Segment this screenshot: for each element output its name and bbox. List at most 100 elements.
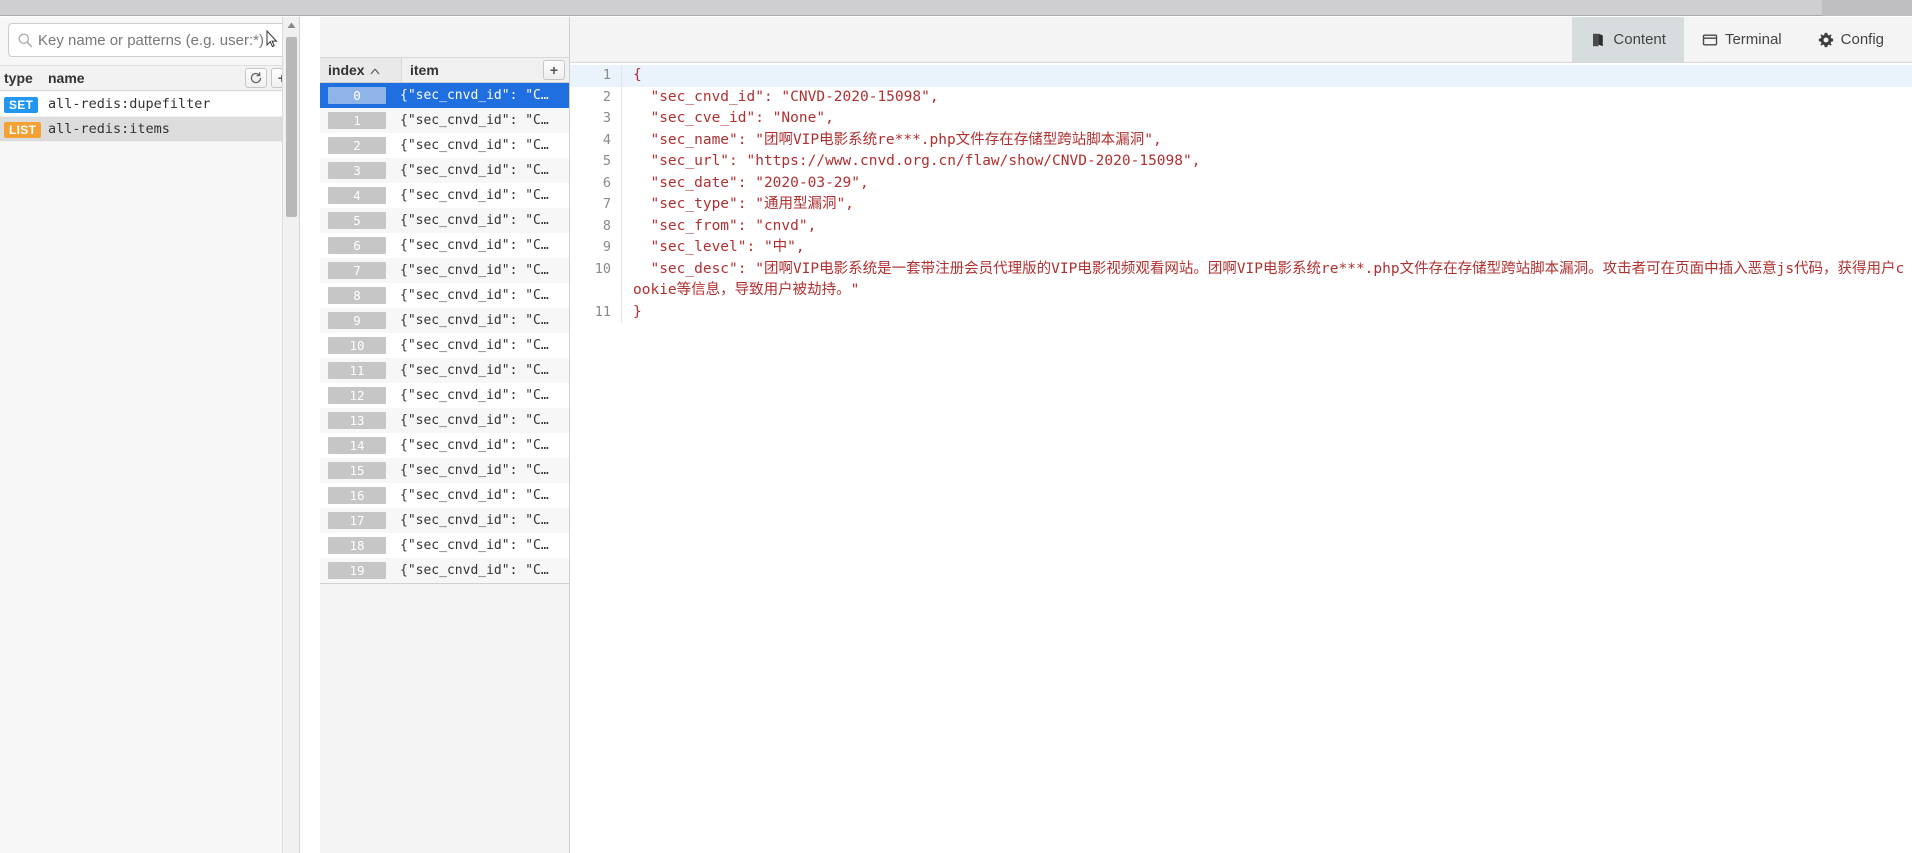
editor-line-code: "sec_date": "2020-03-29",	[633, 174, 869, 191]
editor-line: 6 "sec_date": "2020-03-29",	[570, 172, 1912, 194]
key-type-cell: SET	[0, 96, 48, 113]
key-row[interactable]: SET all-redis:dupefilter	[0, 92, 282, 117]
editor-line: 4 "sec_name": "团啊VIP电影系统re***.php文件存在存储型…	[570, 129, 1912, 151]
editor-line-number: 4	[570, 129, 622, 151]
item-row[interactable]: 4 {"sec_cnvd_id": "C…	[320, 183, 569, 208]
tab-bar: Content Terminal Config	[570, 17, 1912, 63]
items-header-item-label: item	[410, 62, 439, 78]
sort-ascending-icon	[370, 62, 380, 78]
item-index-badge: 14	[328, 437, 386, 454]
item-row[interactable]: 10 {"sec_cnvd_id": "C…	[320, 333, 569, 358]
tab-terminal[interactable]: Terminal	[1684, 17, 1800, 62]
item-row[interactable]: 16 {"sec_cnvd_id": "C…	[320, 483, 569, 508]
item-preview-text: {"sec_cnvd_id": "C…	[400, 363, 549, 378]
editor-line-number: 7	[570, 194, 622, 216]
search-input[interactable]	[38, 31, 282, 49]
key-search-container	[8, 23, 291, 57]
item-row[interactable]: 8 {"sec_cnvd_id": "C…	[320, 283, 569, 308]
tab-content[interactable]: Content	[1572, 17, 1684, 62]
items-header-index-label: index	[328, 62, 365, 78]
key-name-label: all-redis:dupefilter	[48, 96, 211, 112]
tab-terminal-label: Terminal	[1724, 31, 1782, 48]
editor-line-code: "sec_level": "中",	[633, 239, 805, 255]
item-index-badge: 4	[328, 187, 386, 204]
refresh-keys-button[interactable]	[245, 68, 267, 88]
item-row[interactable]: 19 {"sec_cnvd_id": "C…	[320, 558, 569, 583]
item-index-badge: 0	[328, 87, 386, 104]
add-item-button[interactable]: +	[543, 60, 565, 80]
item-row[interactable]: 13 {"sec_cnvd_id": "C…	[320, 408, 569, 433]
item-row[interactable]: 2 {"sec_cnvd_id": "C…	[320, 133, 569, 158]
item-preview-text: {"sec_cnvd_id": "C…	[400, 238, 549, 253]
item-row[interactable]: 6 {"sec_cnvd_id": "C…	[320, 233, 569, 258]
tab-config[interactable]: Config	[1800, 17, 1902, 62]
key-name-label: all-redis:items	[48, 121, 170, 137]
item-index-badge: 2	[328, 137, 386, 154]
item-preview-text: {"sec_cnvd_id": "C…	[400, 563, 549, 578]
item-row[interactable]: 18 {"sec_cnvd_id": "C…	[320, 533, 569, 558]
item-row[interactable]: 3 {"sec_cnvd_id": "C…	[320, 158, 569, 183]
item-index-badge: 17	[328, 512, 386, 529]
item-preview-text: {"sec_cnvd_id": "C…	[400, 288, 549, 303]
key-type-badge: LIST	[4, 121, 42, 138]
item-index-badge: 10	[328, 337, 386, 354]
scrollbar-thumb[interactable]	[286, 37, 297, 217]
keys-header-type: type	[4, 70, 33, 86]
window-title-bar	[0, 0, 1912, 16]
item-preview-text: {"sec_cnvd_id": "C…	[400, 388, 549, 403]
editor-line-code: "sec_type": "通用型漏洞",	[633, 196, 854, 212]
item-preview-text: {"sec_cnvd_id": "C…	[400, 163, 549, 178]
item-preview-text: {"sec_cnvd_id": "C…	[400, 513, 549, 528]
redis-client-window: type name + SET all-redis:dupefilter LIST a…	[0, 0, 1912, 853]
keys-panel-scrollbar[interactable]	[282, 17, 299, 853]
item-row[interactable]: 14 {"sec_cnvd_id": "C…	[320, 433, 569, 458]
item-preview-text: {"sec_cnvd_id": "C…	[400, 263, 549, 278]
scroll-up-arrow-icon[interactable]	[283, 17, 299, 34]
keys-table-header: type name +	[0, 65, 299, 91]
item-row[interactable]: 12 {"sec_cnvd_id": "C…	[320, 383, 569, 408]
book-icon	[1590, 32, 1606, 48]
item-index-badge: 19	[328, 562, 386, 579]
key-search-box[interactable]	[8, 23, 291, 57]
item-row[interactable]: 17 {"sec_cnvd_id": "C…	[320, 508, 569, 533]
key-row[interactable]: LIST all-redis:items	[0, 117, 282, 142]
item-index-badge: 13	[328, 412, 386, 429]
tab-content-label: Content	[1613, 31, 1666, 48]
items-table-header: index item +	[320, 57, 569, 83]
items-header-index[interactable]: index	[320, 58, 402, 82]
item-row[interactable]: 15 {"sec_cnvd_id": "C…	[320, 458, 569, 483]
item-row[interactable]: 11 {"sec_cnvd_id": "C…	[320, 358, 569, 383]
item-row[interactable]: 9 {"sec_cnvd_id": "C…	[320, 308, 569, 333]
window-title-bar-right-segment	[1822, 0, 1912, 16]
item-index-badge: 9	[328, 312, 386, 329]
item-row[interactable]: 7 {"sec_cnvd_id": "C…	[320, 258, 569, 283]
keys-header-name: name	[48, 70, 85, 86]
key-type-cell: LIST	[0, 121, 48, 138]
keys-panel: type name + SET all-redis:dupefilter LIST a…	[0, 17, 300, 853]
item-preview-text: {"sec_cnvd_id": "C…	[400, 338, 549, 353]
content-pane: Content Terminal Config 1 {2 "sec_cnvd_…	[570, 17, 1912, 853]
editor-line: 9 "sec_level": "中",	[570, 237, 1912, 259]
item-preview-text: {"sec_cnvd_id": "C…	[400, 188, 549, 203]
item-preview-text: {"sec_cnvd_id": "C…	[400, 438, 549, 453]
item-index-badge: 3	[328, 162, 386, 179]
gear-icon	[1818, 32, 1834, 48]
item-row[interactable]: 0 {"sec_cnvd_id": "C…	[320, 83, 569, 108]
item-preview-text: {"sec_cnvd_id": "C…	[400, 488, 549, 503]
item-preview-text: {"sec_cnvd_id": "C…	[400, 113, 549, 128]
item-row[interactable]: 5 {"sec_cnvd_id": "C…	[320, 208, 569, 233]
item-preview-text: {"sec_cnvd_id": "C…	[400, 88, 549, 103]
json-editor[interactable]: 1{2 "sec_cnvd_id": "CNVD-2020-15098", 3 "…	[570, 63, 1912, 853]
editor-line-code: "sec_from": "cnvd",	[633, 217, 817, 234]
editor-line: 7 "sec_type": "通用型漏洞",	[570, 194, 1912, 216]
items-header-item: item +	[402, 60, 569, 80]
item-index-badge: 8	[328, 287, 386, 304]
item-preview-text: {"sec_cnvd_id": "C…	[400, 538, 549, 553]
editor-line-number: 2	[570, 86, 622, 108]
keys-list: SET all-redis:dupefilter LIST all-redis:ite…	[0, 92, 282, 142]
terminal-icon	[1702, 32, 1718, 48]
item-preview-text: {"sec_cnvd_id": "C…	[400, 313, 549, 328]
editor-line: 5 "sec_url": "https://www.cnvd.org.cn/fl…	[570, 151, 1912, 173]
item-row[interactable]: 1 {"sec_cnvd_id": "C…	[320, 108, 569, 133]
editor-line-number: 10	[570, 258, 622, 302]
